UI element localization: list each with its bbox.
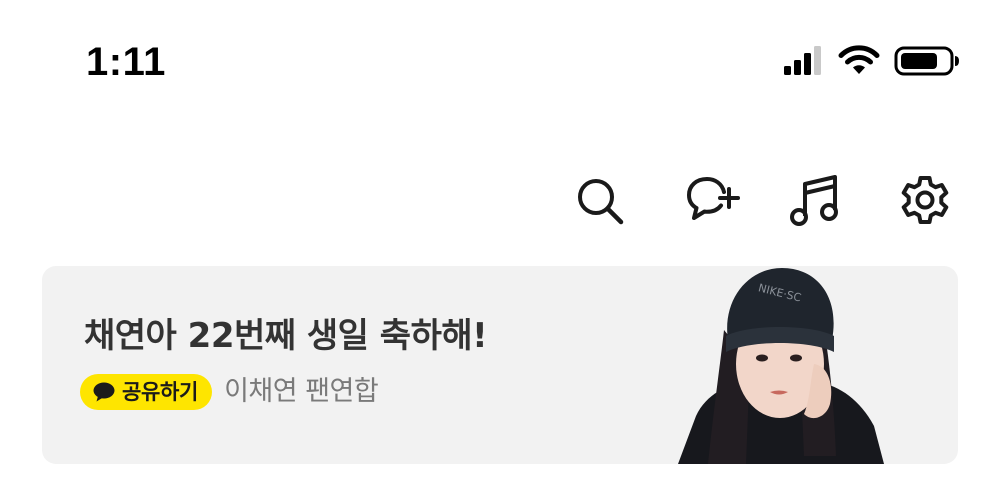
settings-icon (901, 176, 949, 224)
channel-name[interactable]: 이채연 팬연합 (224, 372, 379, 412)
status-icons (782, 44, 962, 78)
banner-subline: 공유하기 이채연 팬연합 (80, 372, 379, 412)
share-label: 공유하기 (122, 380, 199, 404)
search-button[interactable] (572, 174, 626, 228)
share-button[interactable]: 공유하기 (80, 374, 213, 410)
status-time: 1:11 (86, 40, 166, 84)
banner-title: 채연아 22번째 생일 축하해! (84, 316, 488, 356)
cellular-signal-icon (784, 46, 821, 75)
music-button[interactable] (788, 174, 842, 228)
speech-bubble-icon (93, 382, 115, 402)
wifi-icon (838, 45, 880, 74)
battery-icon (894, 46, 959, 76)
music-icon (790, 175, 838, 226)
birthday-banner[interactable]: 채연아 22번째 생일 축하해! 공유하기 이채연 팬연합 NIKE·SC (42, 266, 958, 464)
settings-button[interactable] (898, 174, 952, 228)
portrait-image: NIKE·SC (678, 268, 884, 464)
new-chat-button[interactable] (686, 174, 740, 228)
screen: 1:11 채연아 22번째 생일 축하해! 공유하기 이채연 팬연합 NIKE·… (0, 0, 1000, 500)
new-chat-icon (687, 177, 740, 220)
search-icon (578, 179, 624, 225)
